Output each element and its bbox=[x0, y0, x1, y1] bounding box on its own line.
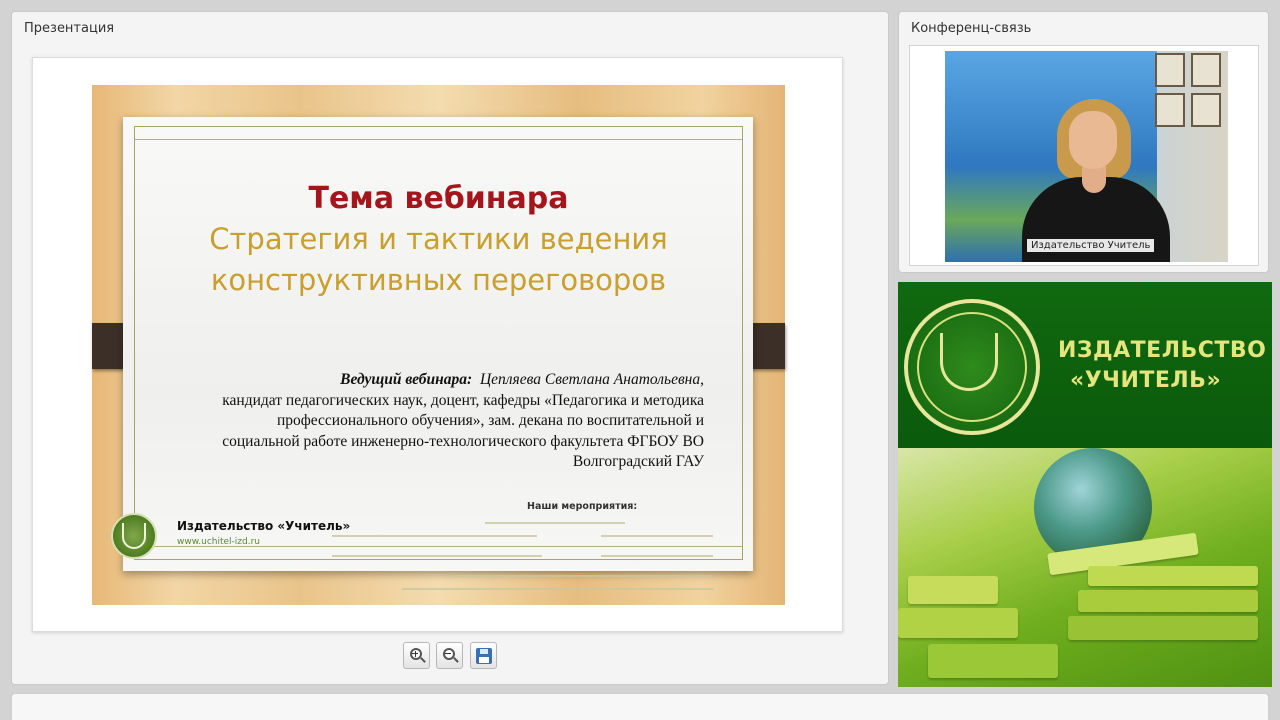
host-line: социальной работе инженерно-технологичес… bbox=[222, 432, 704, 450]
banner-photo bbox=[898, 448, 1272, 687]
faint-text-line bbox=[601, 555, 713, 557]
slide-host-info: Ведущий вебинара: Цепляева Светлана Анат… bbox=[152, 370, 704, 473]
book-image bbox=[1088, 566, 1258, 586]
video-stream[interactable]: Издательство Учитель bbox=[945, 51, 1228, 262]
host-line: профессионального обучения», зам. декана… bbox=[276, 412, 704, 429]
host-name: Цепляева Светлана Анатольевна, bbox=[479, 371, 704, 388]
banner-line1: ИЗДАТЕЛЬСТВО bbox=[1058, 338, 1267, 363]
publisher-logo bbox=[111, 513, 157, 559]
publisher-banner-top: ИЗДАТЕЛЬСТВО «УЧИТЕЛЬ» bbox=[898, 282, 1272, 448]
book-icon bbox=[940, 333, 998, 391]
book-image bbox=[928, 644, 1058, 678]
faint-text-line bbox=[601, 535, 713, 537]
video-speaker bbox=[1022, 99, 1170, 262]
slide-publisher-url: www.uchitel-izd.ru bbox=[177, 537, 260, 547]
banner-line2: «УЧИТЕЛЬ» bbox=[1070, 368, 1222, 393]
slide-viewer[interactable]: Тема вебинара Стратегия и тактики ведени… bbox=[32, 57, 843, 632]
faint-text-line bbox=[402, 588, 714, 590]
presentation-panel: Презентация Тема вебинара Стратегия и та… bbox=[11, 11, 889, 685]
video-frame: Издательство Учитель bbox=[909, 45, 1259, 266]
slide-publisher-name: Издательство «Учитель» bbox=[177, 519, 351, 533]
presentation-panel-title: Презентация bbox=[24, 21, 115, 36]
book-image bbox=[1068, 616, 1258, 640]
book-image bbox=[908, 576, 998, 604]
faint-text-line bbox=[332, 555, 542, 557]
bottom-panel bbox=[11, 693, 1269, 720]
host-line: Волгоградский ГАУ bbox=[572, 453, 704, 470]
book-image bbox=[898, 608, 1018, 638]
faint-text-line bbox=[452, 575, 712, 577]
zoom-out-button[interactable] bbox=[436, 642, 463, 669]
slide-subtitle-line2: конструктивных переговоров bbox=[210, 263, 667, 297]
slide-heading: Тема вебинара bbox=[308, 181, 569, 216]
host-line: кандидат педагогических наук, доцент, ка… bbox=[222, 391, 704, 409]
publisher-banner-logo bbox=[904, 299, 1040, 435]
floppy-disk-icon bbox=[476, 648, 492, 664]
conference-panel-title: Конференц-связь bbox=[911, 21, 1032, 36]
save-button[interactable] bbox=[470, 642, 497, 669]
publisher-banner: ИЗДАТЕЛЬСТВО «УЧИТЕЛЬ» bbox=[898, 282, 1272, 687]
conference-panel: Конференц-связь Издательство Учитель bbox=[898, 11, 1269, 273]
faint-text-line bbox=[485, 522, 625, 524]
slide: Тема вебинара Стратегия и тактики ведени… bbox=[92, 85, 785, 605]
host-lead: Ведущий вебинара bbox=[340, 371, 468, 388]
video-participant-label: Издательство Учитель bbox=[1027, 239, 1155, 252]
slide-subtitle-line1: Стратегия и тактики ведения bbox=[209, 222, 668, 256]
slide-events-label: Наши мероприятия: bbox=[527, 501, 638, 512]
book-image bbox=[1078, 590, 1258, 612]
faint-text-line bbox=[332, 535, 537, 537]
zoom-in-button[interactable] bbox=[403, 642, 430, 669]
